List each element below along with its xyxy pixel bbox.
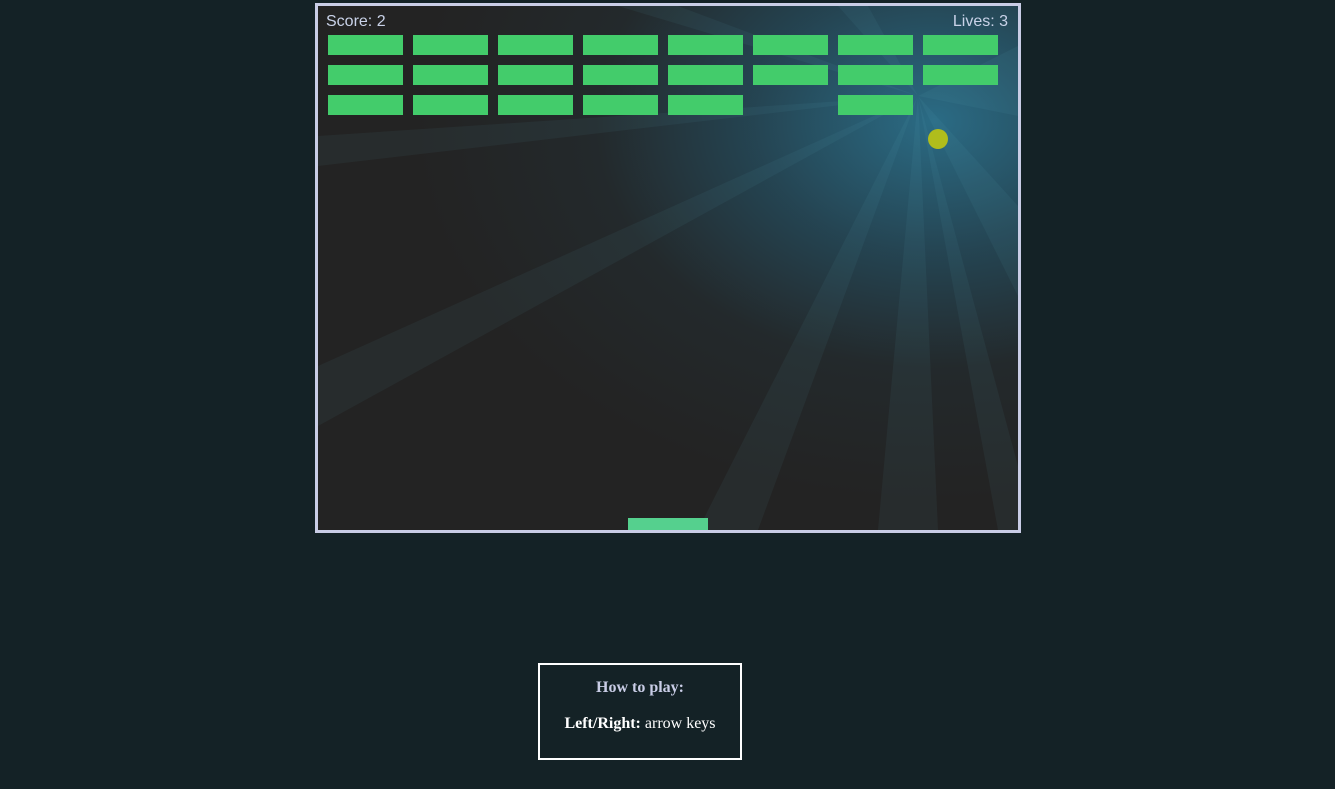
game-canvas[interactable]: Score: 2 Lives: 3 (315, 3, 1021, 533)
how-to-play-panel: How to play: Left/Right: arrow keys (538, 663, 742, 760)
lives-label: Lives: 3 (952, 13, 1008, 30)
brick (668, 95, 743, 115)
score-label: Score: 2 (326, 13, 386, 30)
brick (498, 65, 573, 85)
brick (838, 65, 913, 85)
brick (583, 35, 658, 55)
brick (923, 65, 998, 85)
brick (668, 35, 743, 55)
brick (413, 65, 488, 85)
control-key-label: Left/Right: (564, 715, 641, 732)
ball (928, 129, 948, 149)
brick (413, 35, 488, 55)
how-to-play-title: How to play: (596, 679, 684, 696)
paddle[interactable] (628, 518, 708, 530)
brick (753, 35, 828, 55)
brick (328, 35, 403, 55)
brick (413, 95, 488, 115)
controls-instruction: Left/Right: arrow keys (540, 715, 740, 733)
brick (753, 65, 828, 85)
brick (498, 35, 573, 55)
brick (498, 95, 573, 115)
brick (838, 95, 913, 115)
brick (328, 95, 403, 115)
brick (923, 35, 998, 55)
brick (328, 65, 403, 85)
brick (668, 65, 743, 85)
brick (583, 95, 658, 115)
brick (838, 35, 913, 55)
brick (583, 65, 658, 85)
control-description: arrow keys (644, 715, 716, 732)
